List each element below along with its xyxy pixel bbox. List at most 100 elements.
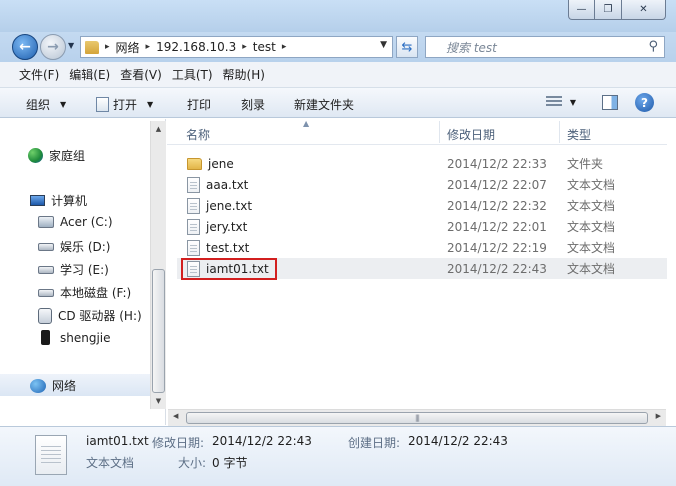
nav-drive-d[interactable]: 娱乐 (D:) <box>38 238 110 255</box>
sort-ascending-icon: ▲ <box>303 119 310 128</box>
breadcrumb-host[interactable]: 192.168.10.3 <box>156 40 236 54</box>
column-type[interactable]: 类型 <box>567 126 591 143</box>
nav-network-label: 网络 <box>52 379 77 393</box>
details-filetype: 文本文档 <box>86 456 135 470</box>
window-controls: — ❐ ✕ <box>568 0 666 20</box>
close-button[interactable]: ✕ <box>622 0 666 20</box>
breadcrumb-separator-icon[interactable]: ▸ <box>146 42 151 52</box>
column-divider[interactable] <box>439 121 440 143</box>
file-name-cell: jery.txt <box>187 218 247 235</box>
phone-icon <box>41 330 50 345</box>
file-row-jene-txt[interactable]: jene.txt 2014/12/2 22:32 文本文档 <box>177 195 667 216</box>
breadcrumb-test[interactable]: test <box>253 40 276 54</box>
nav-device-label: shengjie <box>60 330 111 345</box>
address-row: ← → ▼ ▸ 网络 ▸ 192.168.10.3 ▸ test ▸ ▼ ⇆ 搜… <box>0 32 676 62</box>
print-button[interactable]: 打印 <box>187 96 211 113</box>
menu-tools[interactable]: 工具(T) <box>167 66 218 83</box>
view-options-icon <box>545 96 562 108</box>
new-folder-button[interactable]: 新建文件夹 <box>294 96 354 113</box>
menu-view[interactable]: 查看(V) <box>115 66 167 83</box>
command-bar: 组织 ▼ 打开 ▼ 打印 刻录 新建文件夹 ▼ ? <box>0 88 676 118</box>
nav-drive-c[interactable]: Acer (C:) <box>38 215 113 229</box>
column-name[interactable]: 名称 <box>186 126 210 143</box>
scroll-thumb[interactable] <box>152 269 165 393</box>
arrow-left-icon: ← <box>19 39 31 55</box>
nav-drive-e[interactable]: 学习 (E:) <box>38 261 109 278</box>
menu-bar: 文件(F) 编辑(E) 查看(V) 工具(T) 帮助(H) <box>0 62 676 88</box>
menu-help[interactable]: 帮助(H) <box>218 66 270 83</box>
file-date: 2014/12/2 22:32 <box>447 198 547 213</box>
network-folder-icon <box>85 40 99 54</box>
breadcrumb-separator-icon[interactable]: ▸ <box>105 42 110 52</box>
burn-label: 刻录 <box>241 98 266 112</box>
file-name: test.txt <box>206 240 250 255</box>
close-icon: ✕ <box>639 4 648 15</box>
nav-drive-h[interactable]: CD 驱动器 (H:) <box>38 307 142 324</box>
drive-icon <box>38 242 54 251</box>
details-created-value: 2014/12/2 22:43 <box>408 434 508 448</box>
breadcrumb-separator-icon[interactable]: ▸ <box>242 42 247 52</box>
menu-edit[interactable]: 编辑(E) <box>64 66 115 83</box>
burn-button[interactable]: 刻录 <box>241 96 265 113</box>
nav-homegroup[interactable]: 家庭组 <box>28 147 85 164</box>
details-filename: iamt01.txt <box>86 434 149 448</box>
column-divider[interactable] <box>559 121 560 143</box>
change-view-button[interactable]: ▼ <box>545 96 576 108</box>
file-row-jery[interactable]: jery.txt 2014/12/2 22:01 文本文档 <box>177 216 667 237</box>
text-file-icon <box>35 435 67 475</box>
address-bar[interactable]: ▸ 网络 ▸ 192.168.10.3 ▸ test ▸ ▼ <box>80 36 393 58</box>
nav-drive-f[interactable]: 本地磁盘 (F:) <box>38 284 131 301</box>
search-input[interactable]: 搜索 test ⚲ <box>425 36 665 58</box>
text-file-icon <box>187 176 200 193</box>
back-button[interactable]: ← <box>12 34 38 60</box>
nav-drive-label: 学习 (E:) <box>60 263 109 277</box>
maximize-button[interactable]: ❐ <box>595 0 622 20</box>
scroll-up-icon[interactable]: ▲ <box>151 121 166 137</box>
organize-button[interactable]: 组织 ▼ <box>26 96 66 113</box>
file-name: aaa.txt <box>206 177 249 192</box>
file-name-cell: test.txt <box>187 239 250 256</box>
column-modified[interactable]: 修改日期 <box>447 126 495 143</box>
file-row-test[interactable]: test.txt 2014/12/2 22:19 文本文档 <box>177 237 667 258</box>
breadcrumb-network[interactable]: 网络 <box>116 39 140 56</box>
scroll-right-icon[interactable]: ▶ <box>656 412 661 420</box>
chevron-down-icon: ▼ <box>569 97 576 107</box>
scroll-thumb[interactable]: ||| <box>186 412 648 424</box>
file-type: 文本文档 <box>567 199 616 213</box>
help-button[interactable]: ? <box>635 93 654 112</box>
minimize-icon: — <box>576 4 587 15</box>
recent-pages-dropdown[interactable]: ▼ <box>68 41 74 50</box>
file-type: 文本文档 <box>567 262 616 276</box>
nav-network[interactable]: 网络 <box>30 377 76 394</box>
file-type: 文本文档 <box>567 241 616 255</box>
file-name-cell: jene <box>187 157 234 171</box>
details-pane: iamt01.txt 文本文档 修改日期: 2014/12/2 22:43 大小… <box>0 426 676 486</box>
scroll-down-icon[interactable]: ▼ <box>151 393 166 409</box>
preview-pane-button[interactable] <box>602 95 618 110</box>
maximize-icon: ❐ <box>603 4 613 15</box>
navigation-scrollbar[interactable]: ▲ ▼ <box>150 121 166 409</box>
folder-icon <box>187 157 202 170</box>
file-row-jene[interactable]: jene 2014/12/2 22:33 文件夹 <box>177 153 667 174</box>
minimize-button[interactable]: — <box>568 0 595 20</box>
refresh-button[interactable]: ⇆ <box>396 36 418 58</box>
text-file-icon <box>187 239 200 256</box>
menu-file[interactable]: 文件(F) <box>14 66 64 83</box>
nav-computer[interactable]: 计算机 <box>30 192 87 209</box>
details-created-label: 创建日期: <box>348 436 401 450</box>
file-list: ▲ 名称 修改日期 类型 jene 2014/12/2 22:33 文件夹 aa… <box>167 119 676 425</box>
breadcrumb-separator-icon[interactable]: ▸ <box>282 42 287 52</box>
address-dropdown-icon[interactable]: ▼ <box>380 40 387 50</box>
forward-button[interactable]: → <box>40 34 66 60</box>
file-name: jene.txt <box>206 198 253 213</box>
scroll-left-icon[interactable]: ◀ <box>173 412 178 420</box>
search-icon[interactable]: ⚲ <box>648 39 658 54</box>
horizontal-scrollbar[interactable]: ◀ ||| ▶ <box>168 409 666 426</box>
file-type: 文本文档 <box>567 220 616 234</box>
file-row-aaa[interactable]: aaa.txt 2014/12/2 22:07 文本文档 <box>177 174 667 195</box>
open-button[interactable]: 打开 ▼ <box>96 96 153 113</box>
details-size-label: 大小: <box>178 456 207 470</box>
details-size-value: 0 字节 <box>212 456 248 470</box>
nav-device-shengjie[interactable]: shengjie <box>38 330 111 345</box>
network-icon <box>30 378 46 393</box>
